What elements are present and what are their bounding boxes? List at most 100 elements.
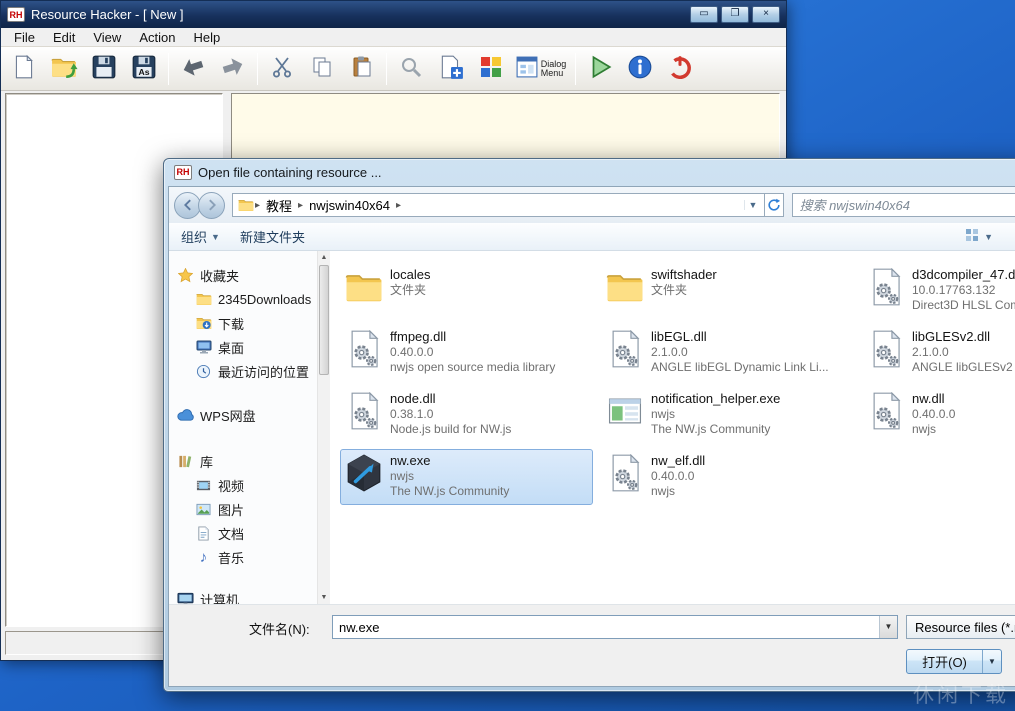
paste-button[interactable]: [343, 50, 381, 88]
file-tile-d3dcompiler[interactable]: d3dcompiler_47.dll 10.0.17763.132 Direct3D…: [862, 263, 1015, 319]
file-tile-libegl[interactable]: libEGL.dll 2.1.0.0 ANGLE libEGL Dynamic Li…: [601, 325, 854, 381]
script-arrow-button[interactable]: [214, 50, 252, 88]
svg-text:As: As: [138, 67, 149, 77]
save-button[interactable]: [85, 50, 123, 88]
navigation-bar: ▸ 教程 ▸ nwjswin40x64 ▸ ▼: [169, 187, 1015, 223]
back-button[interactable]: [174, 191, 201, 219]
download-folder-icon: [195, 315, 212, 332]
search-input[interactable]: [799, 197, 1015, 213]
filetype-combobox[interactable]: Resource files (*.r: [906, 615, 1015, 639]
menu-action[interactable]: Action: [130, 28, 184, 47]
chevron-right-icon: ▸: [396, 199, 402, 211]
menu-file[interactable]: File: [5, 28, 44, 47]
title-bar[interactable]: RH Resource Hacker - [ New ] ▭ ❐ ×: [1, 1, 786, 28]
file-tile-locales[interactable]: locales 文件夹: [340, 263, 593, 319]
folder-icon: [195, 291, 212, 308]
sidebar-item-downloads[interactable]: 下载: [169, 311, 317, 335]
sidebar-item-favorites[interactable]: 收藏夹: [169, 263, 317, 287]
app-window-icon: [606, 392, 644, 430]
new-file-icon: [11, 54, 37, 83]
undo-arrow-icon: [180, 54, 206, 83]
scroll-up-arrow[interactable]: ▲: [318, 251, 330, 264]
picture-icon: [195, 501, 212, 518]
file-tile-libglesv2[interactable]: libGLESv2.dll 2.1.0.0 ANGLE libGLESv2 D: [862, 325, 1015, 381]
navigation-pane: 收藏夹 2345Downloads 下载 桌面 最近访问的位置 WPS网盘 库 …: [169, 251, 317, 604]
menu-help[interactable]: Help: [184, 28, 229, 47]
address-bar[interactable]: ▸ 教程 ▸ nwjswin40x64 ▸ ▼: [232, 193, 766, 217]
sidebar-item-documents[interactable]: 文档: [169, 521, 317, 545]
sidebar-item-recent-places[interactable]: 最近访问的位置: [169, 359, 317, 383]
change-view-button[interactable]: [965, 228, 981, 245]
close-button[interactable]: ×: [752, 6, 780, 23]
run-icon: [587, 54, 613, 83]
refresh-button[interactable]: [765, 193, 785, 217]
filename-dropdown-arrow[interactable]: ▼: [879, 616, 897, 638]
file-tile-swiftshader[interactable]: swiftshader 文件夹: [601, 263, 854, 319]
search-box[interactable]: [792, 193, 1015, 217]
dialog-menu-button[interactable]: Dialog Menu: [512, 50, 570, 88]
toolbar: As Dialog Menu: [1, 47, 786, 91]
menu-view[interactable]: View: [84, 28, 130, 47]
desktop-icon: [195, 339, 212, 356]
minimize-button[interactable]: ▭: [690, 6, 718, 23]
nwjs-app-icon: [345, 454, 383, 492]
library-icon: [177, 453, 194, 470]
exit-button[interactable]: [661, 50, 699, 88]
filename-input[interactable]: [333, 616, 879, 638]
sidebar-item-wps-cloud[interactable]: WPS网盘: [169, 403, 317, 427]
filename-label: 文件名(N):: [249, 622, 310, 637]
file-tile-nw-exe-selected[interactable]: nw.exe nwjs The NW.js Community: [340, 449, 593, 505]
maximize-button[interactable]: ❐: [721, 6, 749, 23]
organize-button[interactable]: 组织 ▼: [181, 227, 220, 246]
dll-file-icon: [606, 330, 644, 368]
save-as-button[interactable]: As: [125, 50, 163, 88]
file-tile-nw-elf[interactable]: nw_elf.dll 0.40.0.0 nwjs: [601, 449, 854, 505]
find-button[interactable]: [392, 50, 430, 88]
file-tile-ffmpeg[interactable]: ffmpeg.dll 0.40.0.0 nwjs open source media…: [340, 325, 593, 381]
run-button[interactable]: [581, 50, 619, 88]
copy-icon: [310, 55, 334, 82]
music-note-icon: ♪: [199, 548, 208, 566]
sidebar-item-videos[interactable]: 视频: [169, 473, 317, 497]
open-file-dialog: RH Open file containing resource ... ▸ 教…: [163, 158, 1015, 692]
add-resource-button[interactable]: [432, 50, 470, 88]
dialog-title: Open file containing resource ...: [198, 164, 382, 180]
file-tile-node[interactable]: node.dll 0.38.1.0 Node.js build for NW.js: [340, 387, 593, 443]
sidebar-item-desktop[interactable]: 桌面: [169, 335, 317, 359]
sidebar-item-computer[interactable]: 计算机: [169, 587, 317, 604]
undo-arrow-button[interactable]: [174, 50, 212, 88]
open-file-button[interactable]: [45, 50, 83, 88]
breadcrumb-folder-icon: [237, 197, 254, 214]
sidebar-scrollbar[interactable]: ▲ ▼: [317, 251, 330, 604]
save-icon: [91, 54, 117, 83]
dll-file-icon: [867, 268, 905, 306]
toolbar-separator: [168, 52, 169, 85]
sidebar-item-music[interactable]: ♪ 音乐: [169, 545, 317, 569]
star-icon: [177, 267, 194, 284]
cut-button[interactable]: [263, 50, 301, 88]
file-tile-nw-dll[interactable]: nw.dll 0.40.0.0 nwjs: [862, 387, 1015, 443]
scrollbar-thumb[interactable]: [319, 265, 329, 375]
file-list: locales 文件夹 swiftshader 文件夹 d3dcompiler_47…: [330, 251, 1015, 604]
sidebar-item-pictures[interactable]: 图片: [169, 497, 317, 521]
breadcrumb-segment-1[interactable]: 教程: [261, 196, 297, 215]
info-button[interactable]: [621, 50, 659, 88]
filename-combobox[interactable]: ▼: [332, 615, 898, 639]
dll-file-icon: [867, 330, 905, 368]
new-file-button[interactable]: [5, 50, 43, 88]
open-dropdown-arrow[interactable]: ▼: [982, 650, 1001, 673]
file-tile-notification-helper[interactable]: notification_helper.exe nwjs The NW.js Com…: [601, 387, 854, 443]
copy-button[interactable]: [303, 50, 341, 88]
dialog-title-bar[interactable]: RH Open file containing resource ...: [164, 159, 1015, 185]
new-folder-button[interactable]: 新建文件夹: [240, 227, 305, 246]
scroll-down-arrow[interactable]: ▼: [318, 591, 330, 604]
forward-button[interactable]: [198, 191, 225, 219]
address-dropdown-arrow[interactable]: ▼: [744, 200, 760, 210]
breadcrumb-segment-2[interactable]: nwjswin40x64: [304, 198, 395, 213]
open-button[interactable]: 打开(O) ▼: [906, 649, 1002, 674]
sidebar-item-libraries[interactable]: 库: [169, 449, 317, 473]
menu-bar: File Edit View Action Help: [1, 28, 786, 47]
image-resources-button[interactable]: [472, 50, 510, 88]
sidebar-item-2345downloads[interactable]: 2345Downloads: [169, 287, 317, 311]
menu-edit[interactable]: Edit: [44, 28, 84, 47]
